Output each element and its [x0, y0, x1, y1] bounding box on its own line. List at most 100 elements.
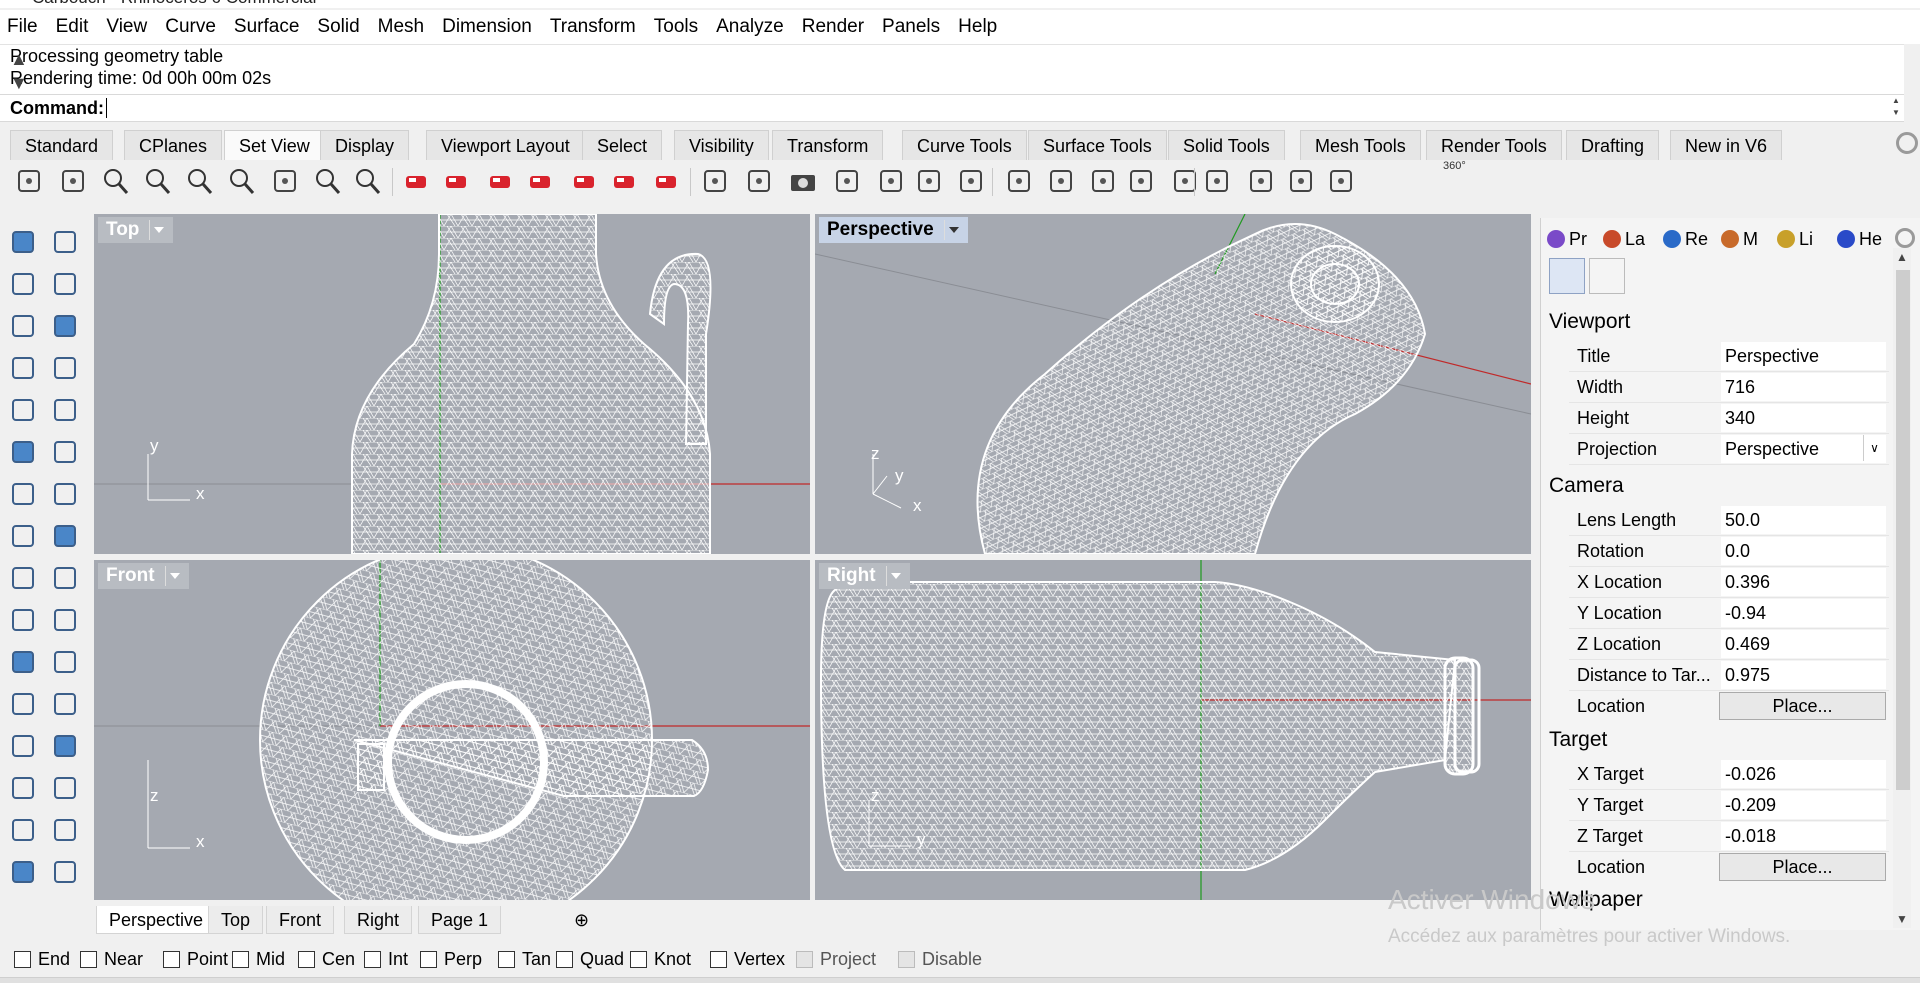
curve-icon[interactable] [50, 270, 80, 298]
tab-solid-tools[interactable]: Solid Tools [1168, 130, 1285, 160]
scroll-down-icon[interactable]: ▼ [10, 73, 28, 93]
osnap-checkbox[interactable] [163, 951, 180, 968]
plan-view-icon[interactable] [700, 166, 730, 196]
panel-tab-re[interactable]: Re [1663, 226, 1708, 252]
osnap-end[interactable]: End [14, 949, 70, 970]
viewport-top[interactable]: y x Top [94, 214, 810, 554]
view-tab-front[interactable]: Front [266, 906, 335, 934]
point-icon[interactable] [50, 228, 80, 256]
menu-item-tools[interactable]: Tools [645, 10, 707, 44]
osnap-checkbox[interactable] [630, 951, 647, 968]
tab-curve-tools[interactable]: Curve Tools [902, 130, 1027, 160]
section-viewport[interactable]: Viewport [1549, 310, 1630, 334]
chevron-down-icon[interactable] [149, 219, 165, 240]
property-value[interactable]: 0.469 [1721, 630, 1886, 658]
ellipse-icon[interactable] [50, 312, 80, 340]
osnap-checkbox[interactable] [898, 951, 915, 968]
back-view-icon[interactable] [608, 166, 638, 196]
surface-icon[interactable] [8, 438, 38, 466]
osnap-project[interactable]: Project [796, 949, 876, 970]
osnap-checkbox[interactable] [796, 951, 813, 968]
array-icon[interactable] [50, 648, 80, 676]
menu-item-mesh[interactable]: Mesh [369, 10, 433, 44]
chevron-down-icon[interactable] [885, 565, 902, 586]
box-icon[interactable] [8, 480, 38, 508]
property-value[interactable]: -0.026 [1721, 760, 1886, 788]
viewport-front[interactable]: z x Front [94, 560, 810, 900]
extrude-surface-icon[interactable] [50, 438, 80, 466]
target-place-button[interactable]: Place... [1719, 853, 1886, 881]
plane-icon[interactable] [50, 522, 80, 550]
chevron-down-icon[interactable]: ∨ [1863, 435, 1885, 461]
osnap-tan[interactable]: Tan [498, 949, 551, 970]
osnap-checkbox[interactable] [364, 951, 381, 968]
gear-icon[interactable] [1895, 228, 1915, 248]
tab-mesh-tools[interactable]: Mesh Tools [1300, 130, 1421, 160]
menu-item-solid[interactable]: Solid [308, 10, 368, 44]
rectangle-icon[interactable] [50, 354, 80, 382]
place-target-icon[interactable] [914, 166, 944, 196]
join-icon[interactable] [50, 564, 80, 592]
section-camera[interactable]: Camera [1549, 474, 1624, 498]
gear-icon[interactable] [1896, 132, 1918, 154]
undo-view-icon[interactable] [270, 166, 300, 196]
tab-cplanes[interactable]: CPlanes [124, 130, 223, 160]
osnap-mid[interactable]: Mid [232, 949, 285, 970]
zoom-in-icon[interactable] [352, 166, 382, 196]
group-icon[interactable] [8, 648, 38, 676]
menu-item-help[interactable]: Help [949, 10, 1006, 44]
tab-visibility[interactable]: Visibility [674, 130, 769, 160]
property-value[interactable]: -0.018 [1721, 822, 1886, 850]
scroll-up-icon[interactable]: ▲ [10, 49, 28, 69]
menu-item-curve[interactable]: Curve [156, 10, 225, 44]
property-value[interactable]: 340 [1721, 404, 1886, 432]
property-value[interactable]: 0.396 [1721, 568, 1886, 596]
tab-select[interactable]: Select [582, 130, 663, 160]
explode-icon[interactable] [8, 564, 38, 592]
trim-icon[interactable] [8, 606, 38, 634]
panel-tab-m[interactable]: M [1721, 226, 1758, 252]
panel-tab-li[interactable]: Li [1777, 226, 1813, 252]
zoom-dynamic-icon[interactable] [100, 166, 130, 196]
osnap-checkbox[interactable] [80, 951, 97, 968]
property-value[interactable]: -0.209 [1721, 791, 1886, 819]
menu-item-analyze[interactable]: Analyze [707, 10, 793, 44]
view-tab-page-1[interactable]: Page 1 [418, 906, 502, 934]
left-view-icon[interactable] [524, 166, 554, 196]
property-value[interactable]: 716 [1721, 373, 1886, 401]
perspective-view-icon[interactable] [650, 166, 680, 196]
tab-standard[interactable]: Standard [10, 130, 114, 160]
spin-down-icon[interactable]: ▼ [1888, 108, 1904, 122]
osnap-checkbox[interactable] [498, 951, 515, 968]
right-view-icon[interactable] [568, 166, 598, 196]
tab-transform[interactable]: Transform [772, 130, 884, 160]
dimension-icon[interactable] [50, 816, 80, 844]
flyby-icon[interactable] [1326, 166, 1356, 196]
polygon-alt-icon[interactable] [8, 396, 38, 424]
turntable-icon[interactable] [1202, 166, 1232, 196]
polygon-icon[interactable] [8, 354, 38, 382]
cplane-icon[interactable] [1088, 166, 1118, 196]
property-value[interactable]: Perspective [1721, 435, 1886, 463]
viewport-right[interactable]: z y Right [815, 560, 1531, 900]
command-line[interactable]: Command: ▲ ▼ [0, 94, 1904, 122]
camera-place-button[interactable]: Place... [1719, 692, 1886, 720]
fillet-icon[interactable] [50, 396, 80, 424]
camera-icon[interactable] [1549, 258, 1585, 294]
polyline-icon[interactable] [8, 270, 38, 298]
tab-display[interactable]: Display [320, 130, 410, 160]
set-camera-icon[interactable] [1004, 166, 1034, 196]
view-tab-perspective[interactable]: Perspective [96, 906, 217, 934]
osnap-checkbox[interactable] [420, 951, 437, 968]
menu-item-render[interactable]: Render [793, 10, 873, 44]
viewport-title-right[interactable]: Right [819, 563, 910, 589]
section-target[interactable]: Target [1549, 728, 1607, 752]
menu-item-view[interactable]: View [97, 10, 156, 44]
property-value[interactable]: Perspective [1721, 342, 1886, 370]
menu-item-panels[interactable]: Panels [873, 10, 949, 44]
chevron-down-icon[interactable] [943, 219, 960, 240]
two-point-perspective-icon[interactable] [956, 166, 986, 196]
osnap-vertex[interactable]: Vertex [710, 949, 785, 970]
property-value[interactable]: 0.975 [1721, 661, 1886, 689]
property-value[interactable]: -0.94 [1721, 599, 1886, 627]
